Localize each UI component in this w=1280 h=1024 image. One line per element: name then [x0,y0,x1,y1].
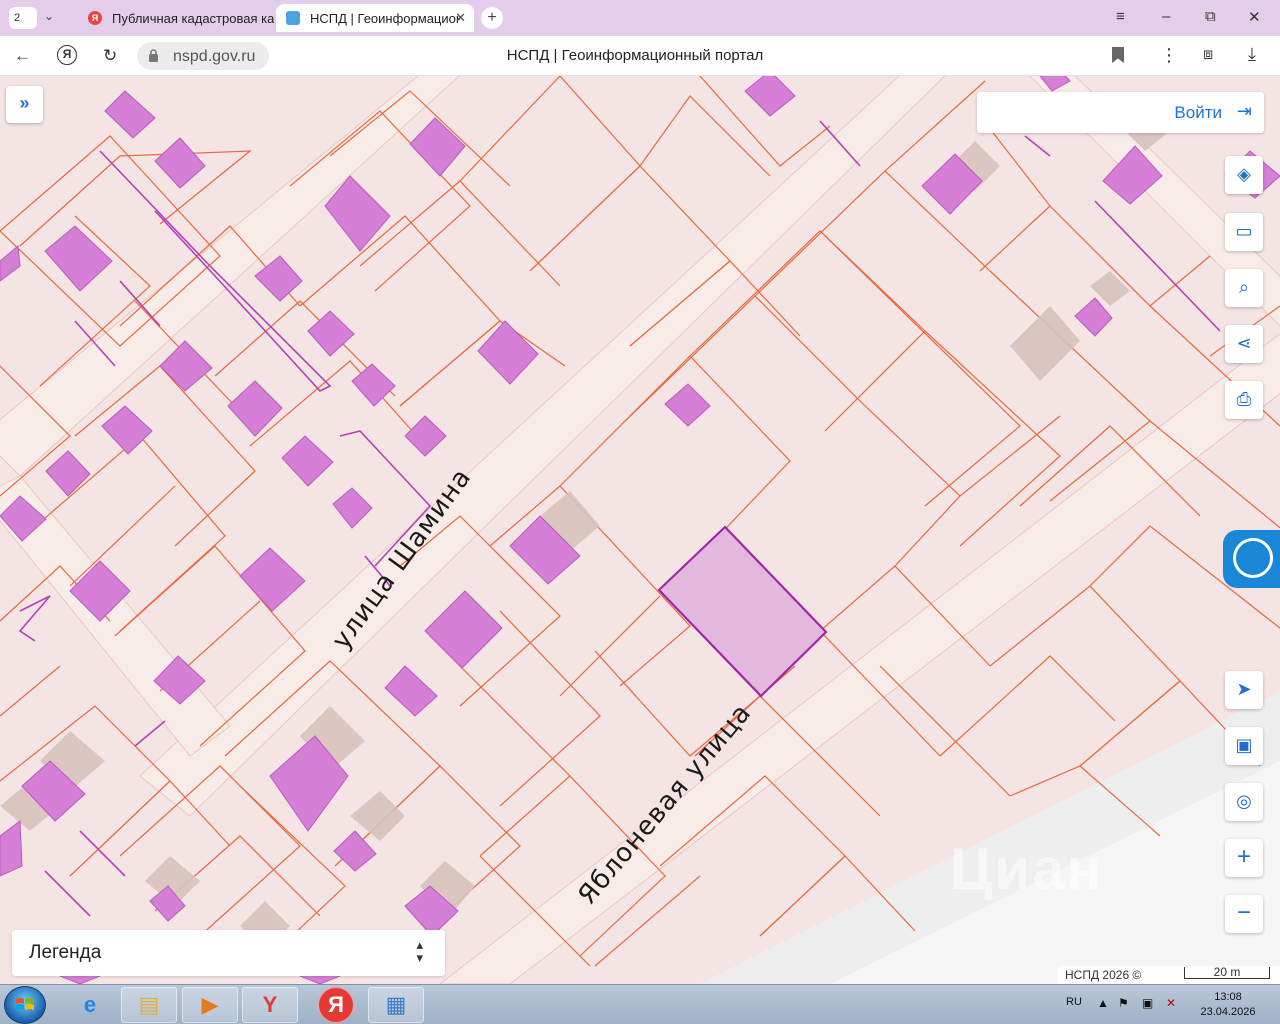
map-attribution: НСПД 2026 © 20 m [1058,966,1280,984]
minimize-icon[interactable]: – [1162,8,1170,25]
yandex-browser-icon[interactable]: Y [242,987,298,1023]
download-icon[interactable]: ⤓ [1248,44,1256,65]
clock-date: 23.04.2026 [1200,1006,1256,1018]
cadastral-map[interactable]: улица Шамина Яблоневая улица Циан » Войт… [0,76,1280,984]
attribution-text: НСПД 2026 © [1065,968,1142,982]
zoom-in-icon[interactable]: + [1225,839,1263,877]
volume-muted-icon[interactable]: ✕ [1166,996,1176,1010]
nspd-icon [286,11,300,25]
scale-bar: 20 m [1184,966,1270,979]
zoom-out-icon[interactable]: − [1225,895,1263,933]
expand-legend-icon[interactable]: ▴ ▾ [416,938,423,964]
assistant-icon [1233,538,1273,578]
login-label: Войти [1174,103,1222,122]
tab-kadastr[interactable]: Я Публичная кадастровая карт [78,4,274,32]
language-indicator[interactable]: RU [1066,996,1082,1008]
tab-title: Публичная кадастровая карт [112,10,274,26]
page-title: НСПД | Геоинформационный портал [506,47,764,64]
tab-count: 2 [13,12,21,24]
close-window-icon[interactable]: ✕ [1248,8,1261,26]
address-bar: ← Я ↻ nspd.gov.ru НСПД | Геоинформационн… [0,36,1280,76]
assistant-button[interactable] [1223,530,1280,588]
layers-icon[interactable]: ◈ [1225,156,1263,194]
new-tab-button[interactable]: + [481,7,503,29]
tabs-dropdown-icon[interactable]: ⌄ [44,9,54,23]
tab-nspd[interactable]: НСПД | Геоинформационный портал ✕ [276,4,474,32]
tray-expand-icon[interactable]: ▲ [1097,996,1109,1010]
extensions-icon[interactable]: ⧈ [1203,46,1213,64]
expand-panel-button[interactable]: » [6,86,43,123]
menu-icon[interactable]: ≡ [1116,8,1125,25]
start-button[interactable] [4,986,46,1024]
locate-icon[interactable]: ◎ [1225,783,1263,821]
media-player-icon[interactable]: ▶ [182,987,238,1023]
windows-logo-icon [16,998,34,1010]
more-options-icon[interactable]: ⋮ [1160,45,1178,66]
close-tab-icon[interactable]: ✕ [455,10,466,26]
yandex-icon: Я [88,11,102,25]
watermark: Циан [950,837,1104,902]
tab-counter[interactable]: 2 [9,7,37,29]
action-center-icon[interactable]: ⚑ [1118,996,1129,1010]
ruler-icon[interactable]: ▭ [1225,213,1263,251]
share-icon[interactable]: ⋖ [1225,325,1263,363]
ie-icon[interactable]: e [62,987,118,1023]
navigate-icon[interactable]: ➤ [1225,671,1263,709]
area-search-icon[interactable]: ⌕ [1225,269,1263,307]
login-icon: ⇥ [1236,101,1252,121]
print-icon[interactable]: ⎙ [1225,381,1263,419]
yandex-icon[interactable]: Я [318,987,354,1023]
network-icon[interactable]: ▣ [1142,996,1153,1010]
clock[interactable]: 13:08 23.04.2026 [1200,990,1256,1020]
tab-title: НСПД | Геоинформационный портал [310,10,460,26]
legend-panel[interactable]: Легенда ▴ ▾ [12,930,445,976]
login-button[interactable]: Войти ⇥ [977,92,1264,133]
explorer-icon[interactable]: ▤ [121,987,177,1023]
minimap-icon[interactable]: ▣ [1225,727,1263,765]
clock-time: 13:08 [1214,991,1242,1003]
browser-tab-bar: 2 ⌄ Я Публичная кадастровая карт НСПД | … [0,0,1280,36]
restore-icon[interactable]: ⧉ [1205,8,1216,25]
photo-viewer-icon[interactable]: ▦ [368,987,424,1023]
legend-label: Легенда [29,942,102,963]
windows-taskbar: e ▤ ▶ Y Я ▦ RU ▲ ⚑ ▣ ✕ 13:08 23.04.2026 [0,984,1280,1024]
